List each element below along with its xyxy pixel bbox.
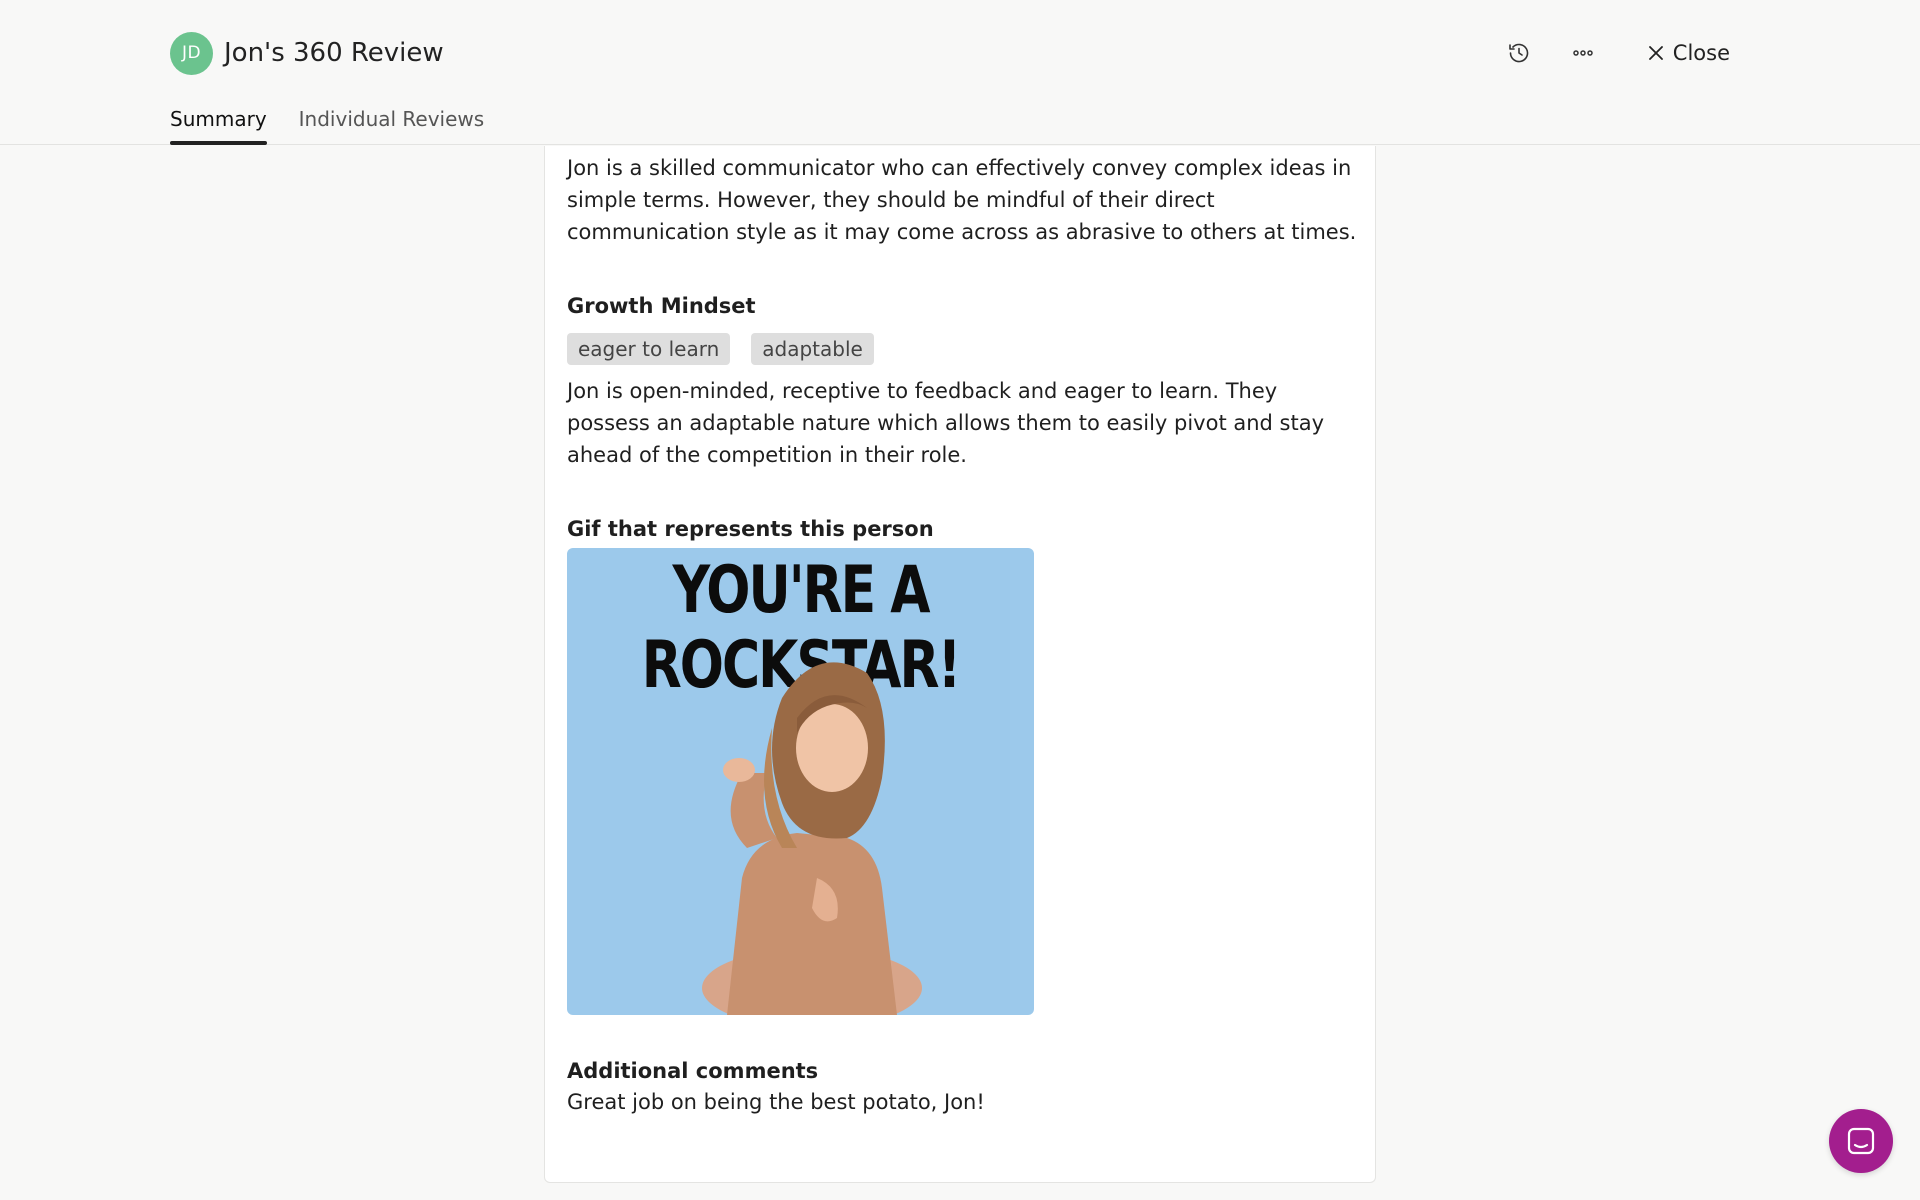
tab-individual-reviews[interactable]: Individual Reviews bbox=[299, 107, 485, 145]
tab-summary[interactable]: Summary bbox=[170, 107, 267, 145]
close-button[interactable]: Close bbox=[1647, 41, 1730, 65]
additional-comments-title: Additional comments bbox=[567, 1059, 819, 1083]
more-options-button[interactable] bbox=[1563, 33, 1603, 73]
growth-mindset-text: Jon is open-minded, receptive to feedbac… bbox=[567, 379, 1325, 467]
avatar: JD bbox=[170, 31, 213, 75]
summary-content: Jon is a skilled communicator who can ef… bbox=[567, 146, 1357, 1118]
close-label: Close bbox=[1672, 41, 1730, 65]
title-row: JD Jon's 360 Review bbox=[170, 31, 444, 75]
gif-section-title: Gif that represents this person bbox=[567, 517, 934, 541]
representative-gif: YOU'RE A ROCKSTAR! bbox=[567, 548, 1034, 1015]
chat-launcher-button[interactable] bbox=[1829, 1109, 1893, 1173]
summary-card: Jon is a skilled communicator who can ef… bbox=[544, 146, 1376, 1183]
review-tabs: Summary Individual Reviews bbox=[170, 107, 516, 145]
gif-person-illustration bbox=[702, 662, 922, 1015]
communication-text: Jon is a skilled communicator who can ef… bbox=[567, 156, 1357, 244]
history-button[interactable] bbox=[1499, 33, 1539, 73]
review-header: JD Jon's 360 Review Close Summary Indivi… bbox=[0, 0, 1920, 145]
growth-tags: eager to learn adaptable bbox=[567, 333, 1357, 365]
page-title: Jon's 360 Review bbox=[224, 38, 444, 68]
history-icon bbox=[1508, 43, 1529, 63]
more-options-icon bbox=[1573, 50, 1593, 56]
tag-eager-to-learn: eager to learn bbox=[567, 333, 731, 365]
additional-comments-text: Great job on being the best potato, Jon! bbox=[567, 1090, 985, 1114]
tag-adaptable: adaptable bbox=[751, 333, 874, 365]
chat-icon bbox=[1847, 1127, 1875, 1155]
close-icon bbox=[1648, 46, 1663, 60]
growth-mindset-title: Growth Mindset bbox=[567, 294, 756, 318]
header-actions: Close bbox=[1475, 33, 1730, 73]
